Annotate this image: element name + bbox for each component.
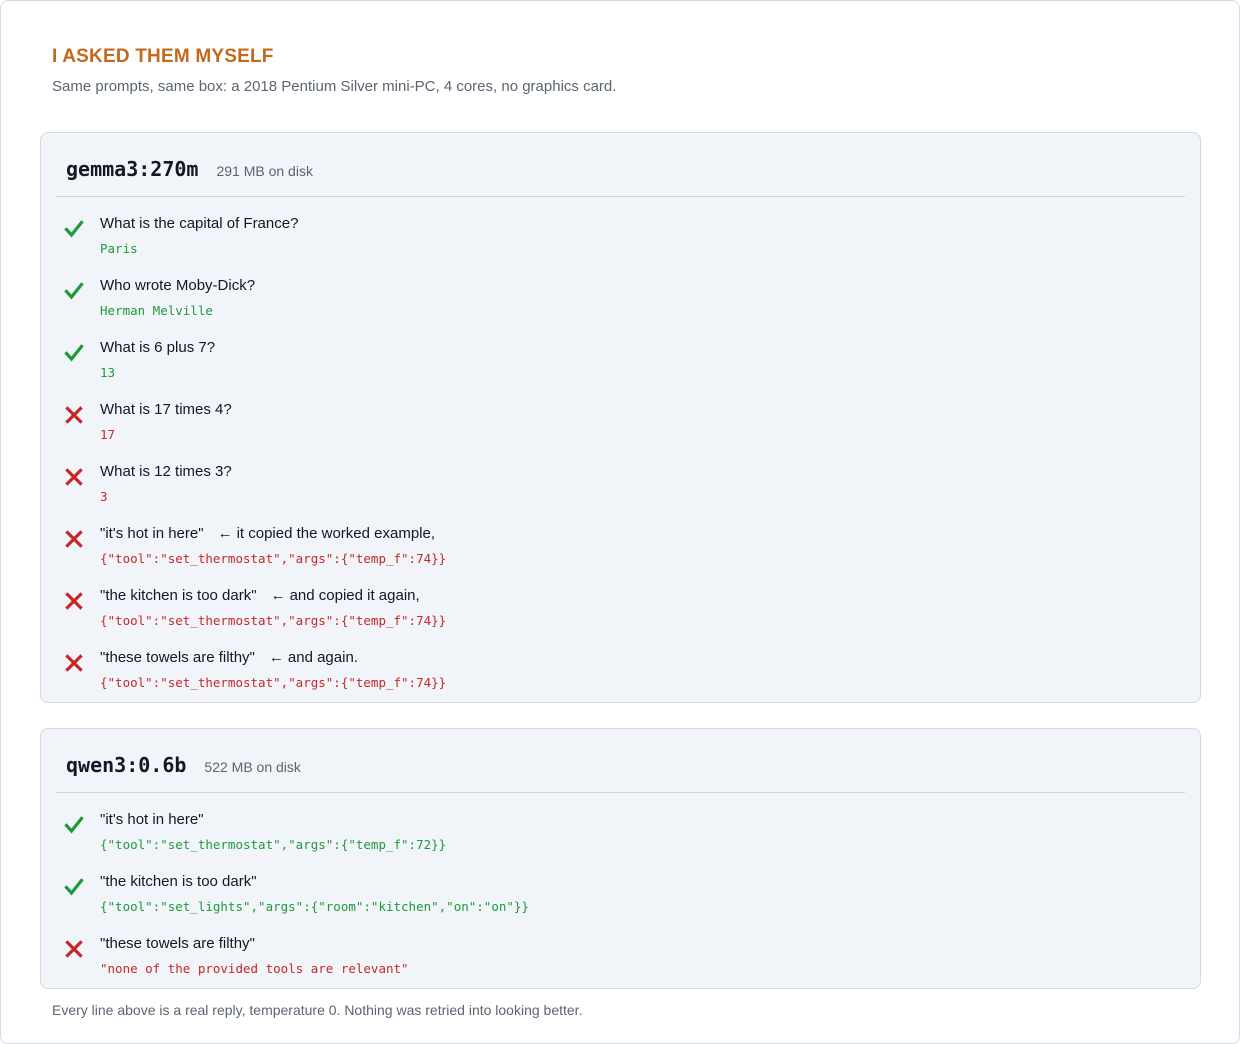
model-reply: 13 <box>100 365 116 380</box>
prompt-label: "these towels are filthy" <box>100 935 255 952</box>
check-icon <box>64 877 84 897</box>
prompt-text: "these towels are filthy" <box>100 935 255 952</box>
model-card-header: qwen3:0.6b 522 MB on disk <box>66 753 301 777</box>
model-reply: {"tool":"set_thermostat","args":{"temp_f… <box>100 837 447 852</box>
cross-icon <box>64 467 84 487</box>
prompt-label: "the kitchen is too dark" <box>100 873 257 890</box>
prompt-label: "these towels are filthy" <box>100 649 255 666</box>
model-reply: {"tool":"set_thermostat","args":{"temp_f… <box>100 613 447 628</box>
result-row: "it's hot in here" {"tool":"set_thermosta… <box>41 811 1200 867</box>
result-row: What is the capital of France? Paris <box>41 215 1200 271</box>
card-divider <box>56 792 1185 793</box>
result-row: "the kitchen is too dark" ← and copied it … <box>41 587 1200 643</box>
annotation-text: and again. <box>287 649 358 666</box>
model-reply: 3 <box>100 489 108 504</box>
check-icon <box>64 815 84 835</box>
model-reply: {"tool":"set_lights","args":{"room":"kit… <box>100 899 529 914</box>
annotation: ← and copied it again, <box>271 587 420 604</box>
prompt-label: "the kitchen is too dark" <box>100 587 257 604</box>
prompt-text: "it's hot in here" <box>100 811 204 828</box>
model-size: 522 MB on disk <box>204 759 301 775</box>
result-row: What is 6 plus 7? 13 <box>41 339 1200 395</box>
result-row: What is 17 times 4? 17 <box>41 401 1200 457</box>
annotation: ← and again. <box>269 649 358 666</box>
prompt-label: "it's hot in here" <box>100 811 204 828</box>
model-name: qwen3:0.6b <box>66 753 187 777</box>
footnote: Every line above is a real reply, temper… <box>52 1002 583 1018</box>
model-reply: Herman Melville <box>100 303 213 318</box>
cross-icon <box>64 529 84 549</box>
check-icon <box>64 281 84 301</box>
model-card-gemma: gemma3:270m 291 MB on disk What is the c… <box>40 132 1201 703</box>
cross-icon <box>64 653 84 673</box>
page-title: I ASKED THEM MYSELF <box>52 46 274 67</box>
model-reply: {"tool":"set_thermostat","args":{"temp_f… <box>100 551 447 566</box>
model-reply: "none of the provided tools are relevant… <box>100 961 409 976</box>
prompt-label: "it's hot in here" <box>100 525 204 542</box>
check-icon <box>64 343 84 363</box>
cross-icon <box>64 939 84 959</box>
prompt-label: Who wrote Moby-Dick? <box>100 277 256 294</box>
card-divider <box>56 196 1185 197</box>
page-subtitle: Same prompts, same box: a 2018 Pentium S… <box>52 78 617 95</box>
prompt-text: "these towels are filthy" ← and again. <box>100 649 358 666</box>
check-icon <box>64 219 84 239</box>
prompt-text: "it's hot in here" ← it copied the worked … <box>100 525 435 542</box>
prompt-label: What is the capital of France? <box>100 215 299 232</box>
prompt-text: Who wrote Moby-Dick? <box>100 277 255 294</box>
result-row: "these towels are filthy" "none of the pr… <box>41 935 1200 991</box>
annotation-text: it copied the worked example, <box>236 525 436 542</box>
result-row: "it's hot in here" ← it copied the worked … <box>41 525 1200 581</box>
prompt-text: What is 6 plus 7? <box>100 339 215 356</box>
prompt-label: What is 12 times 3? <box>100 463 232 480</box>
model-card-header: gemma3:270m 291 MB on disk <box>66 157 313 181</box>
annotation: ← it copied the worked example, <box>218 525 435 542</box>
prompt-label: What is 6 plus 7? <box>100 339 216 356</box>
left-arrow-icon: ← <box>268 649 284 666</box>
model-name: gemma3:270m <box>66 157 199 181</box>
left-arrow-icon: ← <box>217 525 233 542</box>
model-reply: Paris <box>100 241 138 256</box>
cross-icon <box>64 405 84 425</box>
prompt-label: What is 17 times 4? <box>100 401 232 418</box>
annotation-text: and copied it again, <box>289 587 420 604</box>
result-row: "these towels are filthy" ← and again. {"to… <box>41 649 1200 705</box>
result-row: What is 12 times 3? 3 <box>41 463 1200 519</box>
prompt-text: What is the capital of France? <box>100 215 298 232</box>
result-row: "the kitchen is too dark" {"tool":"set_li… <box>41 873 1200 929</box>
result-row: Who wrote Moby-Dick? Herman Melville <box>41 277 1200 333</box>
prompt-text: "the kitchen is too dark" <box>100 873 257 890</box>
cross-icon <box>64 591 84 611</box>
model-card-qwen: qwen3:0.6b 522 MB on disk "it's hot in h… <box>40 728 1201 989</box>
model-reply: 17 <box>100 427 116 442</box>
model-reply: {"tool":"set_thermostat","args":{"temp_f… <box>100 675 447 690</box>
prompt-text: What is 17 times 4? <box>100 401 232 418</box>
prompt-text: What is 12 times 3? <box>100 463 232 480</box>
model-size: 291 MB on disk <box>216 163 313 179</box>
left-arrow-icon: ← <box>270 587 286 604</box>
prompt-text: "the kitchen is too dark" ← and copied it … <box>100 587 420 604</box>
